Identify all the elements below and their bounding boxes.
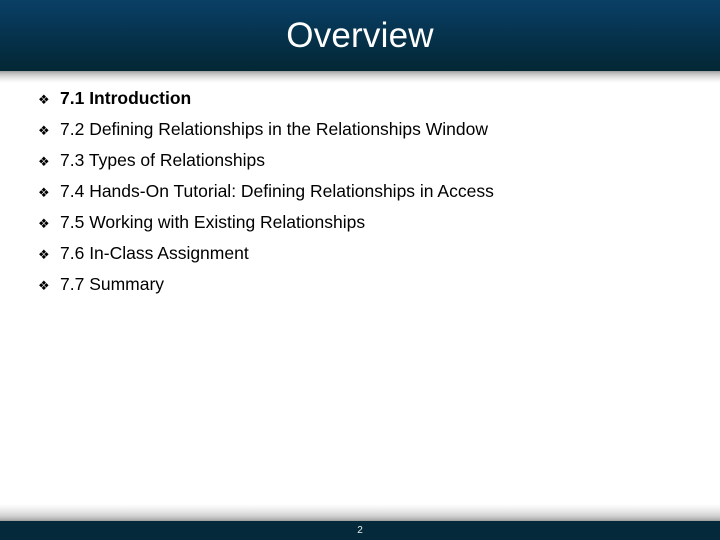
outline-item: ❖ 7.6 In-Class Assignment <box>0 238 720 269</box>
slide-footer-band: 2 <box>0 521 720 540</box>
header-divider <box>0 71 720 83</box>
outline-item-label: 7.5 Working with Existing Relationships <box>60 212 366 232</box>
diamond-bullet-icon: ❖ <box>38 248 50 263</box>
outline-item-label: 7.2 Defining Relationships in the Relati… <box>60 119 489 139</box>
outline-item: ❖ 7.1 Introduction <box>0 83 720 114</box>
diamond-bullet-icon: ❖ <box>38 93 50 108</box>
outline-item-label: 7.7 Summary <box>60 274 165 294</box>
diamond-bullet-icon: ❖ <box>38 279 50 294</box>
slide-header-band: Overview <box>0 0 720 71</box>
outline-item: ❖ 7.2 Defining Relationships in the Relat… <box>0 114 720 145</box>
page-number: 2 <box>357 525 363 536</box>
outline-list: ❖ 7.1 Introduction ❖ 7.2 Defining Relations… <box>0 83 720 503</box>
diamond-bullet-icon: ❖ <box>38 155 50 170</box>
outline-item: ❖ 7.3 Types of Relationships <box>0 145 720 176</box>
diamond-bullet-icon: ❖ <box>38 217 50 232</box>
outline-item: ❖ 7.7 Summary <box>0 269 720 300</box>
outline-item-label: 7.1 Introduction <box>60 88 192 108</box>
outline-item-label: 7.4 Hands-On Tutorial: Defining Relation… <box>60 181 494 201</box>
footer-divider <box>0 504 720 521</box>
outline-item-label: 7.3 Types of Relationships <box>60 150 265 170</box>
outline-item: ❖ 7.5 Working with Existing Relationships <box>0 207 720 238</box>
outline-item: ❖ 7.4 Hands-On Tutorial: Defining Relatio… <box>0 176 720 207</box>
page-title: Overview <box>286 16 434 55</box>
diamond-bullet-icon: ❖ <box>38 186 50 201</box>
diamond-bullet-icon: ❖ <box>38 124 50 139</box>
outline-item-label: 7.6 In-Class Assignment <box>60 243 249 263</box>
slide: Overview ❖ 7.1 Introduction ❖ 7.2 Defining … <box>0 0 720 540</box>
